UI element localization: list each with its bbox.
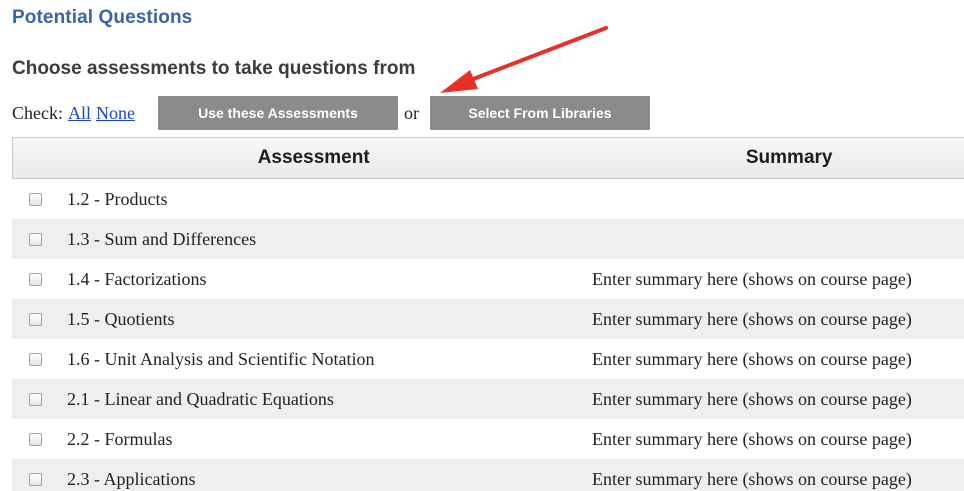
table-row: 1.4 - Factorizations Enter summary here …: [12, 259, 964, 299]
table-row: 1.2 - Products: [12, 179, 964, 219]
assessment-name: 1.5 - Quotients: [67, 308, 175, 329]
check-none-link[interactable]: None: [96, 103, 135, 124]
use-assessments-button[interactable]: Use these Assessments: [158, 96, 398, 130]
potential-questions-page: Potential Questions Choose assessments t…: [0, 0, 964, 491]
assessment-name: 1.2 - Products: [67, 188, 168, 209]
table-row: 2.2 - Formulas Enter summary here (shows…: [12, 419, 964, 459]
assessment-summary[interactable]: Enter summary here (shows on course page…: [592, 349, 912, 370]
assessment-summary[interactable]: Enter summary here (shows on course page…: [592, 429, 912, 450]
row-checkbox[interactable]: [29, 472, 42, 486]
table-row: 2.3 - Applications Enter summary here (s…: [12, 459, 964, 491]
row-checkbox[interactable]: [29, 432, 42, 446]
assessment-name: 2.3 - Applications: [67, 468, 196, 489]
assessment-summary[interactable]: Enter summary here (shows on course page…: [592, 389, 912, 410]
or-text: or: [404, 103, 419, 123]
row-checkbox[interactable]: [29, 392, 42, 406]
assessment-name: 1.6 - Unit Analysis and Scientific Notat…: [67, 348, 375, 369]
table-row: 1.3 - Sum and Differences: [12, 219, 964, 259]
check-all-link[interactable]: All: [68, 103, 91, 124]
assessment-name: 2.1 - Linear and Quadratic Equations: [67, 388, 334, 409]
assessment-name: 1.4 - Factorizations: [67, 268, 207, 289]
assessment-summary[interactable]: Enter summary here (shows on course page…: [592, 309, 912, 330]
row-checkbox[interactable]: [29, 312, 42, 326]
select-from-libraries-button[interactable]: Select From Libraries: [430, 96, 650, 130]
assessments-table: Assessment Summary 1.2 - Products 1.3 - …: [12, 137, 964, 491]
summary-column-header: Summary: [745, 147, 833, 168]
page-subtitle: Choose assessments to take questions fro…: [12, 58, 416, 79]
page-title: Potential Questions: [12, 7, 193, 28]
row-checkbox[interactable]: [29, 272, 42, 286]
table-row: 2.1 - Linear and Quadratic Equations Ent…: [12, 379, 964, 419]
table-row: 1.5 - Quotients Enter summary here (show…: [12, 299, 964, 339]
assessment-column-header: Assessment: [257, 147, 370, 168]
row-checkbox[interactable]: [29, 232, 42, 246]
assessment-name: 2.2 - Formulas: [67, 428, 173, 449]
assessment-summary[interactable]: Enter summary here (shows on course page…: [592, 269, 912, 290]
assessment-name: 1.3 - Sum and Differences: [67, 228, 257, 249]
row-checkbox[interactable]: [29, 192, 42, 206]
table-header: Assessment Summary: [12, 137, 964, 179]
row-checkbox[interactable]: [29, 352, 42, 366]
assessment-summary[interactable]: Enter summary here (shows on course page…: [592, 469, 912, 490]
check-bar: Check: All None: [12, 96, 135, 130]
check-label: Check:: [12, 102, 63, 123]
table-row: 1.6 - Unit Analysis and Scientific Notat…: [12, 339, 964, 379]
